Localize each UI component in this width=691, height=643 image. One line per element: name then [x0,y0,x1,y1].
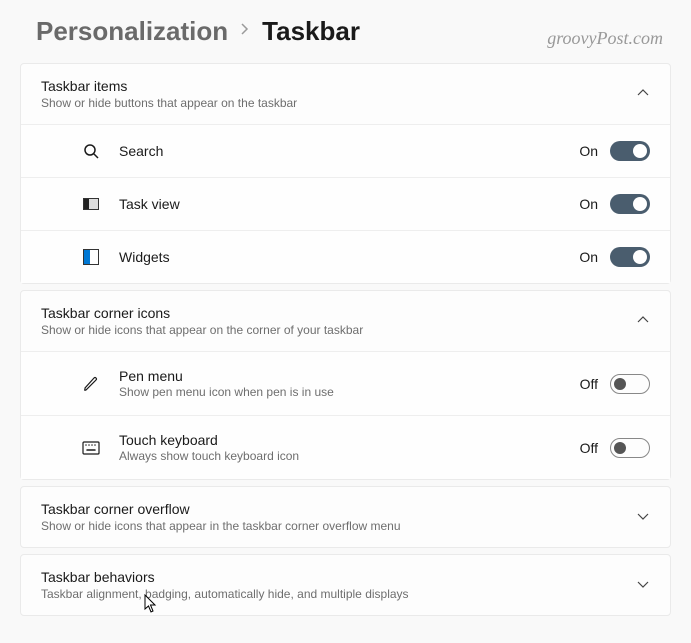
section-title: Taskbar behaviors [41,569,636,585]
breadcrumb-current: Taskbar [262,16,360,47]
section-header-corner-overflow[interactable]: Taskbar corner overflow Show or hide ico… [21,487,670,547]
toggle-pen-menu[interactable] [610,374,650,394]
widgets-icon [81,247,101,267]
section-subtitle: Show or hide icons that appear on the co… [41,323,636,337]
chevron-down-icon [636,508,650,526]
item-taskview: Task view On [21,177,670,230]
item-search: Search On [21,124,670,177]
toggle-state: Off [580,376,598,392]
chevron-up-icon [636,312,650,330]
section-behaviors: Taskbar behaviors Taskbar alignment, bad… [20,554,671,616]
toggle-widgets[interactable] [610,247,650,267]
toggle-touch-keyboard[interactable] [610,438,650,458]
section-subtitle: Show or hide icons that appear in the ta… [41,519,636,533]
item-label: Task view [119,196,579,212]
chevron-down-icon [636,576,650,594]
section-subtitle: Show or hide buttons that appear on the … [41,96,636,110]
section-header-corner-icons[interactable]: Taskbar corner icons Show or hide icons … [21,291,670,351]
toggle-state: On [579,196,598,212]
toggle-state: Off [580,440,598,456]
item-desc: Always show touch keyboard icon [119,449,580,463]
section-title: Taskbar items [41,78,636,94]
chevron-up-icon [636,85,650,103]
toggle-search[interactable] [610,141,650,161]
section-taskbar-items: Taskbar items Show or hide buttons that … [20,63,671,284]
breadcrumb-parent[interactable]: Personalization [36,16,228,47]
section-corner-overflow: Taskbar corner overflow Show or hide ico… [20,486,671,548]
chevron-right-icon [240,22,250,41]
section-title: Taskbar corner icons [41,305,636,321]
item-touch-keyboard: Touch keyboard Always show touch keyboar… [21,415,670,479]
keyboard-icon [81,438,101,458]
section-header-behaviors[interactable]: Taskbar behaviors Taskbar alignment, bad… [21,555,670,615]
item-label: Widgets [119,249,579,265]
watermark: groovyPost.com [547,28,663,49]
item-label: Pen menu [119,368,580,384]
item-widgets: Widgets On [21,230,670,283]
taskview-icon [81,194,101,214]
toggle-taskview[interactable] [610,194,650,214]
section-subtitle: Taskbar alignment, badging, automaticall… [41,587,636,601]
pen-icon [81,374,101,394]
search-icon [81,141,101,161]
section-header-taskbar-items[interactable]: Taskbar items Show or hide buttons that … [21,64,670,124]
toggle-state: On [579,143,598,159]
section-title: Taskbar corner overflow [41,501,636,517]
section-corner-icons: Taskbar corner icons Show or hide icons … [20,290,671,480]
item-label: Touch keyboard [119,432,580,448]
item-desc: Show pen menu icon when pen is in use [119,385,580,399]
item-label: Search [119,143,579,159]
item-pen-menu: Pen menu Show pen menu icon when pen is … [21,351,670,415]
toggle-state: On [579,249,598,265]
